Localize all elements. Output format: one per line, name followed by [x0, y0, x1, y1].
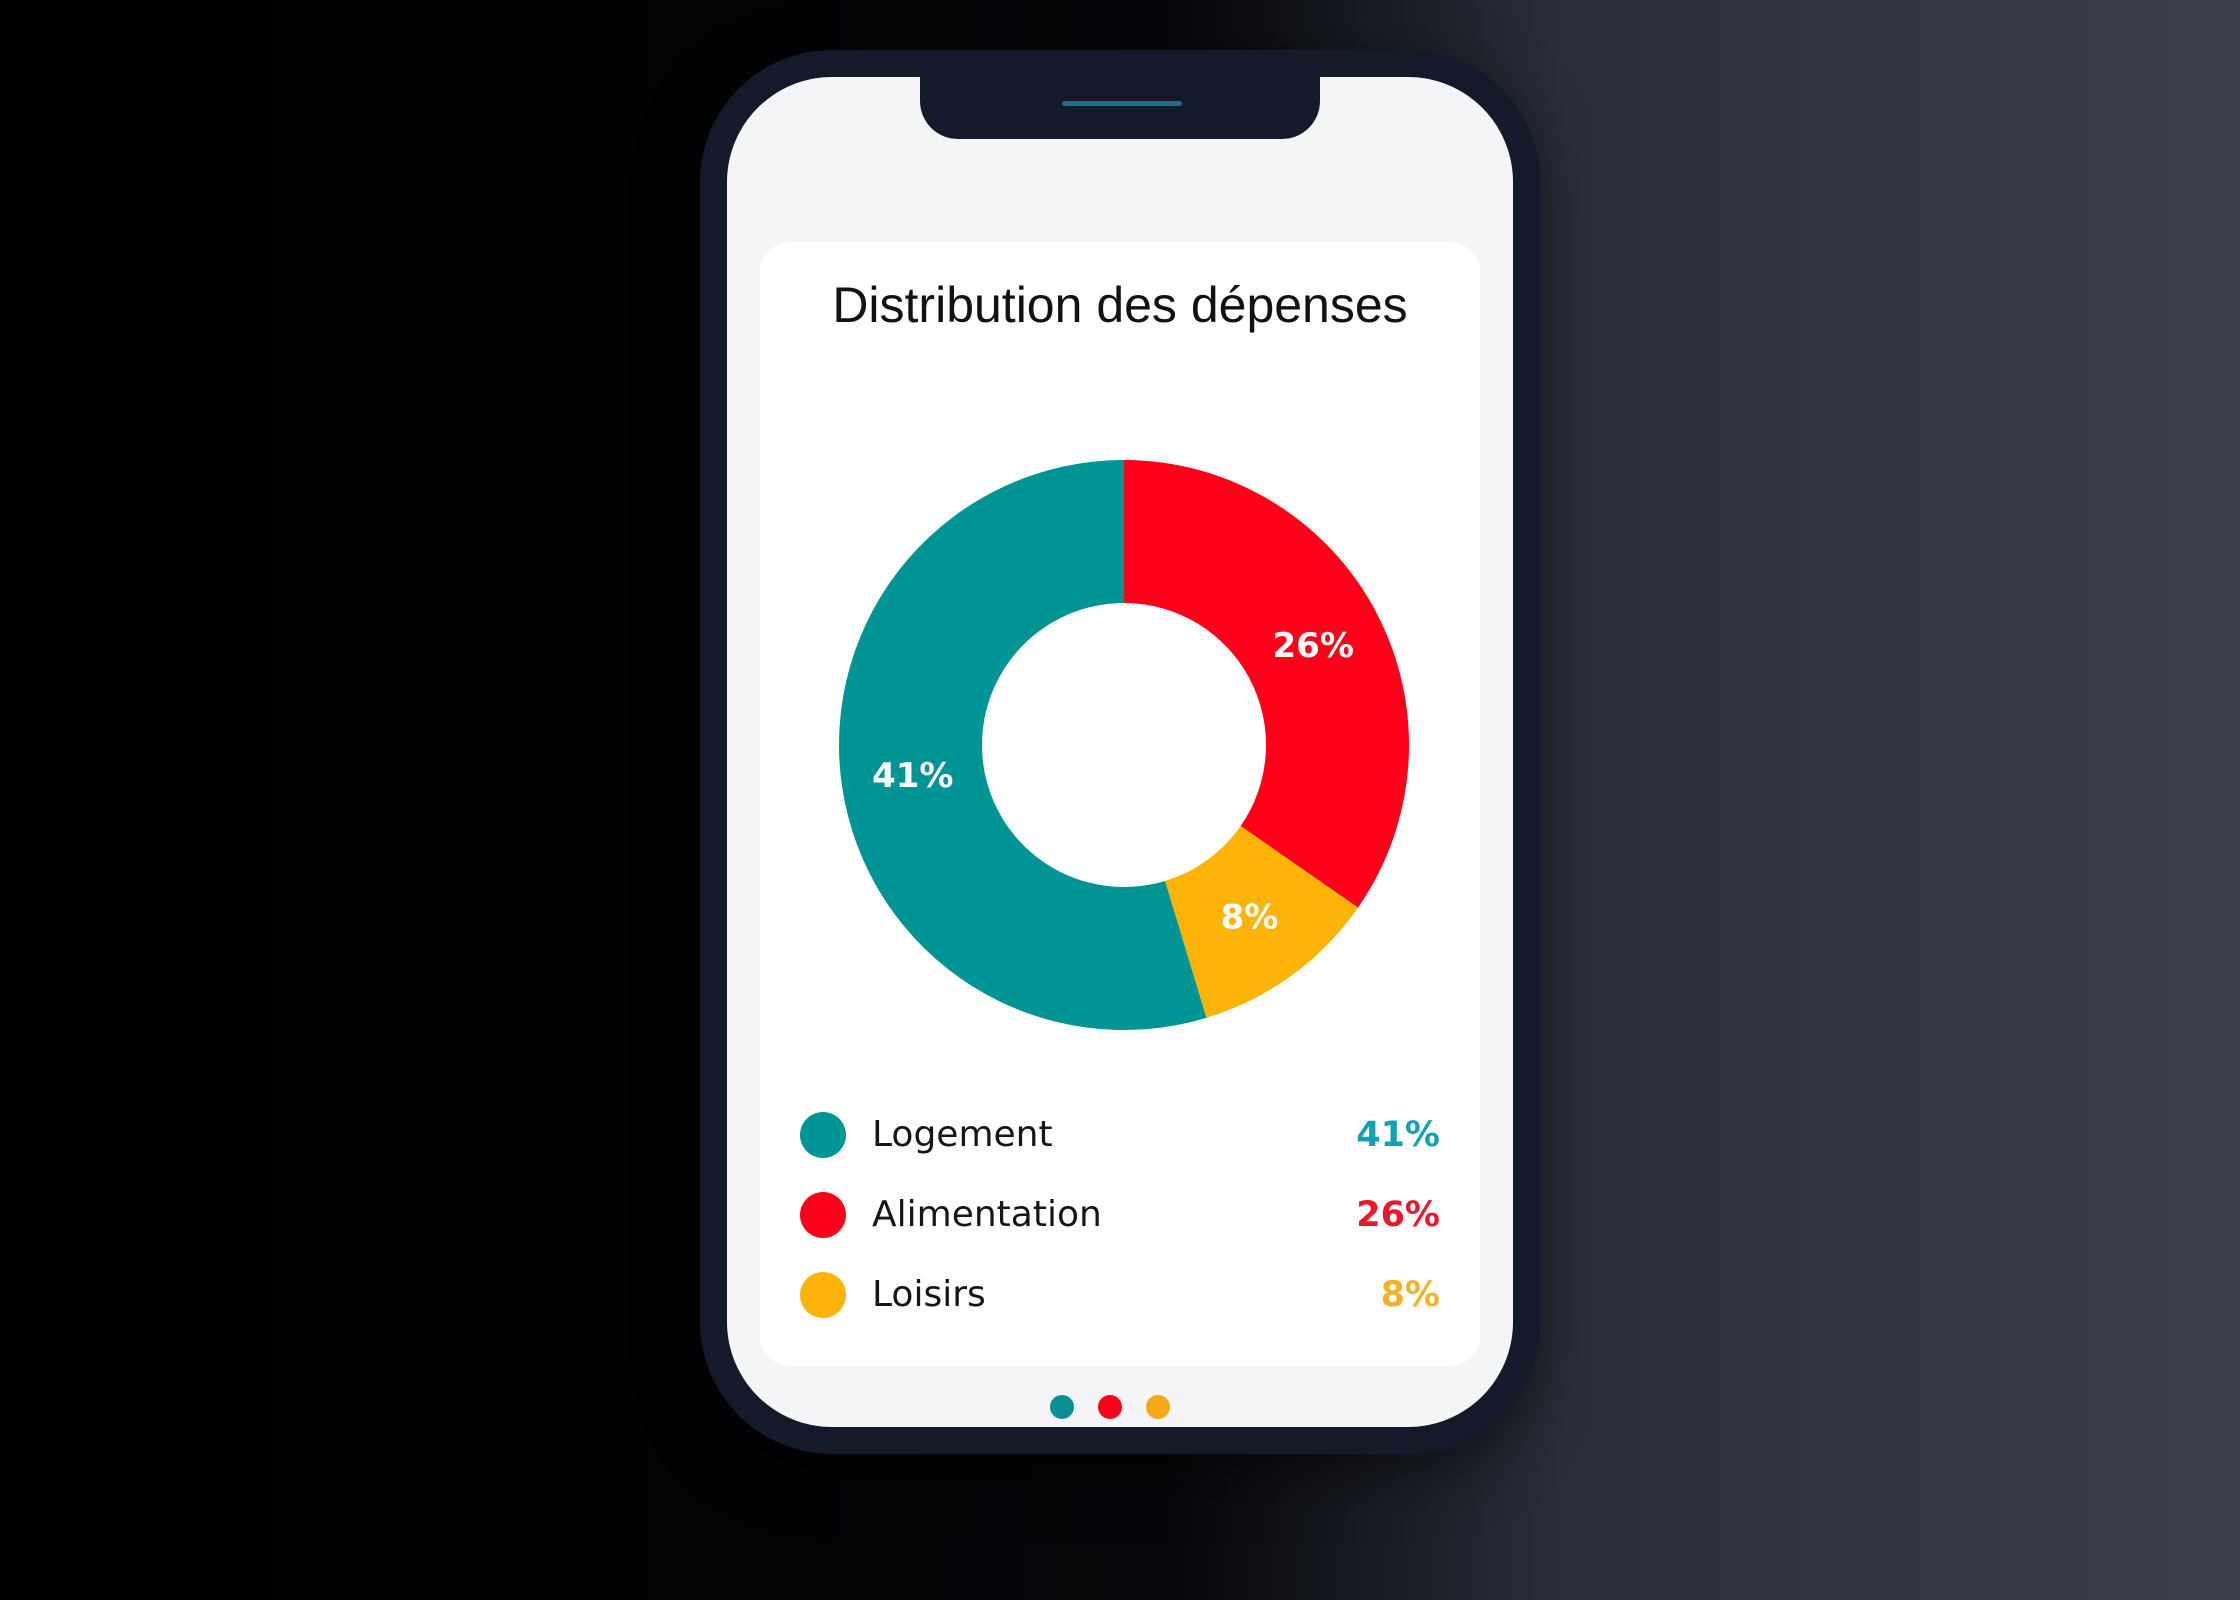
legend-item-loisirs: Loisirs 8%: [800, 1262, 1440, 1342]
page-dot-1[interactable]: [1050, 1395, 1074, 1419]
donut-slice-alimentation: [1124, 460, 1409, 908]
slice-label-alimentation: 26%: [1273, 626, 1354, 666]
page-indicator: [1050, 1395, 1190, 1421]
chart-card: Distribution des dépenses 26% 8% 41% Logem…: [760, 242, 1480, 1366]
page-dot-3[interactable]: [1146, 1395, 1170, 1419]
slice-label-loisirs: 8%: [1221, 898, 1279, 938]
legend-swatch-loisirs: [800, 1272, 846, 1318]
legend-swatch-alimentation: [800, 1192, 846, 1238]
chart-title: Distribution des dépenses: [832, 277, 1408, 333]
legend-value: 41%: [1356, 1115, 1440, 1155]
phone-frame: Distribution des dépenses 26% 8% 41% Logem…: [700, 50, 1540, 1454]
phone-notch: [920, 77, 1320, 139]
legend-value: 26%: [1356, 1195, 1440, 1235]
donut-chart: 26% 8% 41%: [838, 460, 1409, 1030]
legend-label: Alimentation: [872, 1194, 1102, 1235]
page-dot-2[interactable]: [1098, 1395, 1122, 1419]
legend-swatch-logement: [800, 1112, 846, 1158]
legend-value: 8%: [1380, 1275, 1440, 1315]
speaker-grille: [1062, 101, 1182, 106]
phone-screen: Distribution des dépenses 26% 8% 41% Logem…: [727, 77, 1513, 1427]
legend-label: Loisirs: [872, 1274, 986, 1315]
slice-label-logement: 41%: [872, 756, 953, 796]
legend-label: Logement: [872, 1114, 1053, 1155]
chart-legend: Logement 41% Alimentation 26% Loisirs 8%: [800, 1102, 1440, 1342]
legend-item-alimentation: Alimentation 26%: [800, 1182, 1440, 1262]
legend-item-logement: Logement 41%: [800, 1102, 1440, 1182]
